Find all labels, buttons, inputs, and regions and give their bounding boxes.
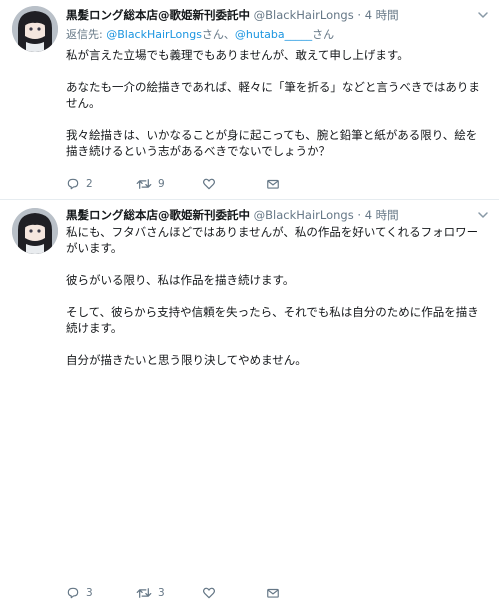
avatar[interactable]: [12, 208, 58, 254]
separator-dot: ·: [357, 208, 362, 222]
author-name[interactable]: 黒髪ロング総本店@歌姫新刊委託中: [66, 208, 250, 222]
timestamp[interactable]: 4 時間: [365, 208, 399, 222]
tweet-actions: 2 9: [66, 174, 296, 194]
tweet-paragraph: 自分が描きたいと思う限り決してやめません。: [66, 353, 307, 367]
reply-icon: [67, 587, 79, 599]
tweet-text: 私にも、フタバさんほどではありませんが、私の作品を好いてくれるフォロワーがいます…: [66, 224, 486, 368]
author-handle[interactable]: @BlackHairLongs: [254, 8, 354, 22]
direct-message-button[interactable]: [266, 586, 296, 600]
retweet-icon: [136, 179, 152, 189]
avatar[interactable]: [12, 6, 58, 52]
heart-icon: [203, 587, 215, 599]
direct-message-button[interactable]: [266, 177, 296, 191]
reply-button[interactable]: 2: [66, 177, 136, 191]
separator-dot: ·: [357, 8, 362, 22]
reply-suffix: さん: [312, 28, 335, 41]
tweet-paragraph: 彼らがいる限り、私は作品を描き続けます。: [66, 273, 295, 287]
reply-icon: [67, 178, 79, 190]
envelope-icon: [267, 588, 279, 598]
avatar-image: [12, 6, 58, 52]
author-handle[interactable]: @BlackHairLongs: [254, 208, 354, 222]
like-button[interactable]: [202, 586, 266, 600]
like-button[interactable]: [202, 177, 266, 191]
reply-user-link[interactable]: @BlackHairLongs: [106, 28, 202, 41]
chevron-down-icon[interactable]: [477, 209, 489, 221]
tweet-paragraph: 私にも、フタバさんほどではありませんが、私の作品を好いてくれるフォロワーがいます…: [66, 225, 479, 255]
author-name[interactable]: 黒髪ロング総本店@歌姫新刊委託中: [66, 8, 250, 22]
retweet-icon: [136, 588, 152, 598]
retweet-button[interactable]: 3: [136, 586, 202, 600]
tweet-paragraph: あなたも一介の絵描きであれば、軽々に「筆を折る」などと言うべきではありません。: [66, 80, 480, 110]
reply-count: 2: [86, 178, 93, 190]
reply-context: 返信先: @BlackHairLongsさん、@hutaba_____さん: [66, 27, 334, 43]
reply-count: 3: [86, 587, 93, 599]
tweet[interactable]: 黒髪ロング総本店@歌姫新刊委託中 @BlackHairLongs · 4 時間 …: [0, 0, 499, 200]
tweet[interactable]: 黒髪ロング総本店@歌姫新刊委託中 @BlackHairLongs · 4 時間 …: [0, 200, 499, 599]
tweet-paragraph: 我々絵描きは、いかなることが身に起こっても、腕と鉛筆と紙がある限り、絵を描き続け…: [66, 128, 478, 158]
avatar-image: [12, 208, 58, 254]
heart-icon: [203, 178, 215, 190]
retweet-count: 3: [158, 587, 165, 599]
tweet-actions: 3 3: [66, 583, 296, 603]
retweet-button[interactable]: 9: [136, 177, 202, 191]
timestamp[interactable]: 4 時間: [365, 8, 399, 22]
tweet-header: 黒髪ロング総本店@歌姫新刊委託中 @BlackHairLongs · 4 時間: [66, 207, 469, 223]
reply-prefix: 返信先:: [66, 28, 103, 41]
tweet-text: 私が言えた立場でも義理でもありませんが、敢えて申し上げます。 あなたも一介の絵描…: [66, 47, 486, 159]
reply-suffix: さん、: [201, 28, 235, 41]
reply-user-link[interactable]: @hutaba_____: [235, 28, 312, 41]
envelope-icon: [267, 179, 279, 189]
chevron-down-icon[interactable]: [477, 9, 489, 21]
tweet-paragraph: そして、彼らから支持や信頼を失ったら、それでも私は自分のために作品を描き続けます…: [66, 305, 479, 335]
tweet-header: 黒髪ロング総本店@歌姫新刊委託中 @BlackHairLongs · 4 時間: [66, 7, 469, 23]
retweet-count: 9: [158, 178, 165, 190]
reply-button[interactable]: 3: [66, 586, 136, 600]
tweet-paragraph: 私が言えた立場でも義理でもありませんが、敢えて申し上げます。: [66, 48, 409, 62]
